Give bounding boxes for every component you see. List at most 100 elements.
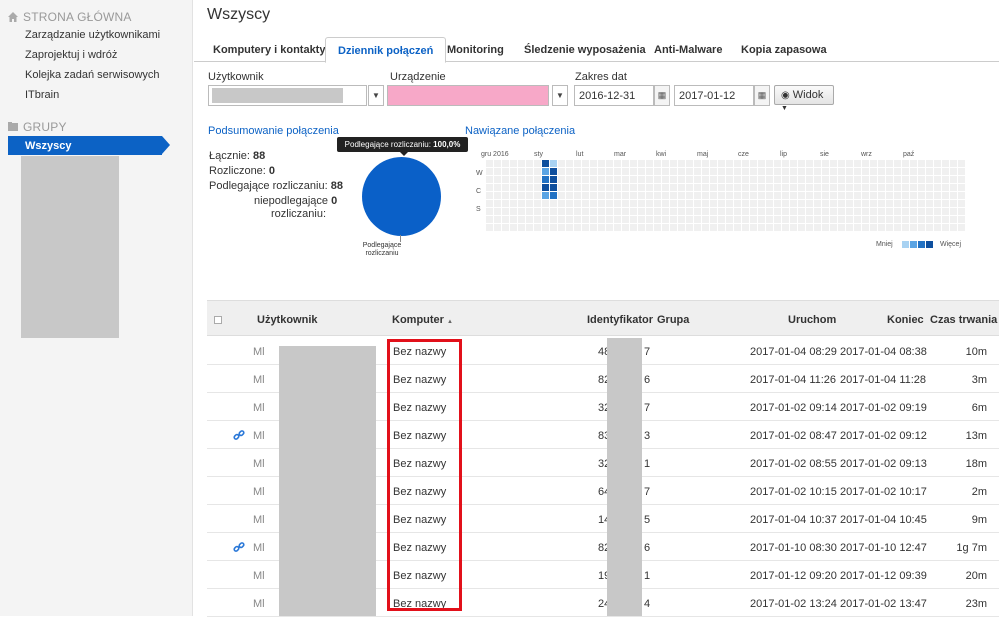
heatmap-cell bbox=[606, 224, 613, 231]
heatmap-cell bbox=[542, 224, 549, 231]
heatmap-cell bbox=[614, 224, 621, 231]
heatmap-cell bbox=[838, 168, 845, 175]
heatmap-cell bbox=[502, 200, 509, 207]
heatmap-cell bbox=[838, 200, 845, 207]
heatmap-cell bbox=[846, 160, 853, 167]
heatmap-cell bbox=[662, 176, 669, 183]
heatmap-cell bbox=[526, 176, 533, 183]
heatmap-cell bbox=[686, 200, 693, 207]
heatmap-cell bbox=[742, 216, 749, 223]
heatmap-cell bbox=[670, 224, 677, 231]
heatmap-cell bbox=[574, 184, 581, 191]
heatmap-cell bbox=[638, 208, 645, 215]
groups-section-header[interactable]: GRUPY bbox=[8, 120, 67, 134]
heatmap-cell bbox=[870, 200, 877, 207]
col-end[interactable]: Koniec bbox=[887, 314, 924, 326]
user-filter-dropdown[interactable]: ▼ bbox=[368, 85, 384, 106]
summary-title[interactable]: Podsumowanie połączenia bbox=[208, 125, 339, 137]
heatmap-cell bbox=[486, 216, 493, 223]
heatmap-cell bbox=[878, 168, 885, 175]
date-to-input[interactable]: 2017-01-12 bbox=[674, 85, 754, 106]
heatmap-cell bbox=[870, 192, 877, 199]
pie-slice-billable[interactable] bbox=[362, 157, 441, 236]
heatmap-cell bbox=[782, 160, 789, 167]
heatmap-cell bbox=[622, 200, 629, 207]
col-group[interactable]: Grupa bbox=[657, 314, 689, 326]
month-label: cze bbox=[738, 151, 749, 158]
col-computer[interactable]: Komputer ▲ bbox=[392, 314, 453, 326]
tab-asset-tracking[interactable]: Śledzenie wyposażenia bbox=[524, 37, 646, 62]
user-filter-input[interactable] bbox=[208, 85, 367, 106]
heatmap-cell bbox=[926, 192, 933, 199]
select-all-checkbox[interactable] bbox=[214, 316, 222, 324]
heatmap-cell bbox=[502, 176, 509, 183]
heatmap-cell bbox=[894, 216, 901, 223]
col-duration[interactable]: Czas trwania bbox=[930, 314, 997, 326]
sidebar-item-itbrain[interactable]: ITbrain bbox=[25, 89, 59, 101]
heatmap-cell bbox=[510, 176, 517, 183]
heatmap-cell bbox=[510, 192, 517, 199]
view-button[interactable]: ◉ Widok ▼ bbox=[774, 85, 834, 112]
calendar-icon[interactable]: ▦ bbox=[654, 85, 670, 106]
heatmap-cell bbox=[526, 200, 533, 207]
tab-connection-log[interactable]: Dziennik połączeń bbox=[325, 37, 447, 63]
device-filter-dropdown[interactable]: ▼ bbox=[552, 85, 568, 106]
heatmap-cell bbox=[574, 160, 581, 167]
tab-backup[interactable]: Kopia zapasowa bbox=[741, 37, 827, 62]
heatmap-cell bbox=[606, 176, 613, 183]
col-start[interactable]: Uruchom bbox=[788, 314, 836, 326]
heatmap-cell bbox=[854, 168, 861, 175]
heatmap-cell bbox=[774, 176, 781, 183]
home-section-header[interactable]: STRONA GŁÓWNA bbox=[8, 10, 132, 24]
heatmap-cell bbox=[790, 208, 797, 215]
heatmap-cell bbox=[534, 224, 541, 231]
heatmap-cell bbox=[606, 216, 613, 223]
heatmap-cell bbox=[614, 160, 621, 167]
sidebar-item-all-group[interactable]: Wszyscy bbox=[8, 136, 170, 155]
heatmap-cell bbox=[574, 192, 581, 199]
heatmap-cell bbox=[822, 208, 829, 215]
heatmap-cell bbox=[654, 176, 661, 183]
heatmap-cell bbox=[862, 168, 869, 175]
link-icon[interactable] bbox=[233, 541, 245, 553]
heatmap-cell bbox=[542, 160, 549, 167]
heatmap-cell bbox=[694, 184, 701, 191]
heatmap-cell bbox=[758, 208, 765, 215]
sidebar-item-service-queue[interactable]: Kolejka zadań serwisowych bbox=[25, 69, 160, 81]
tab-anti-malware[interactable]: Anti-Malware bbox=[654, 37, 722, 62]
heatmap-cell bbox=[678, 208, 685, 215]
tab-monitoring[interactable]: Monitoring bbox=[447, 37, 504, 62]
heatmap-cell bbox=[502, 184, 509, 191]
calendar-icon[interactable]: ▦ bbox=[754, 85, 770, 106]
groups-section-label: GRUPY bbox=[23, 120, 67, 134]
heatmap-cell bbox=[918, 192, 925, 199]
heatmap-cell bbox=[550, 192, 557, 199]
heatmap-cell bbox=[942, 192, 949, 199]
heatmap-cell bbox=[862, 224, 869, 231]
device-filter-input[interactable] bbox=[387, 85, 549, 106]
sidebar-item-user-management[interactable]: Zarządzanie użytkownikami bbox=[25, 29, 160, 41]
connections-title[interactable]: Nawiązane połączenia bbox=[465, 125, 575, 137]
heatmap-cell bbox=[886, 192, 893, 199]
col-id[interactable]: Identyfikator bbox=[587, 314, 653, 326]
heatmap-cell bbox=[790, 176, 797, 183]
heatmap-cell bbox=[534, 168, 541, 175]
link-icon[interactable] bbox=[233, 429, 245, 441]
heatmap-cell bbox=[870, 208, 877, 215]
heatmap-cell bbox=[798, 176, 805, 183]
heatmap-cell bbox=[798, 160, 805, 167]
sidebar-item-design-deploy[interactable]: Zaprojektuj i wdróż bbox=[25, 49, 117, 61]
heatmap-cell bbox=[902, 192, 909, 199]
col-user[interactable]: Użytkownik bbox=[257, 314, 318, 326]
heatmap-cell bbox=[926, 176, 933, 183]
date-from-input[interactable]: 2016-12-31 bbox=[574, 85, 654, 106]
heatmap-cell bbox=[774, 184, 781, 191]
billable-stat: Podlegające rozliczaniu: 88 bbox=[209, 180, 343, 192]
heatmap-cell bbox=[894, 168, 901, 175]
heatmap-cell bbox=[934, 168, 941, 175]
tab-computers-contacts[interactable]: Komputery i kontakty bbox=[213, 37, 325, 62]
legend-swatch bbox=[902, 241, 909, 248]
heatmap-cell bbox=[870, 184, 877, 191]
heatmap-cell bbox=[742, 184, 749, 191]
heatmap-cell bbox=[950, 208, 957, 215]
